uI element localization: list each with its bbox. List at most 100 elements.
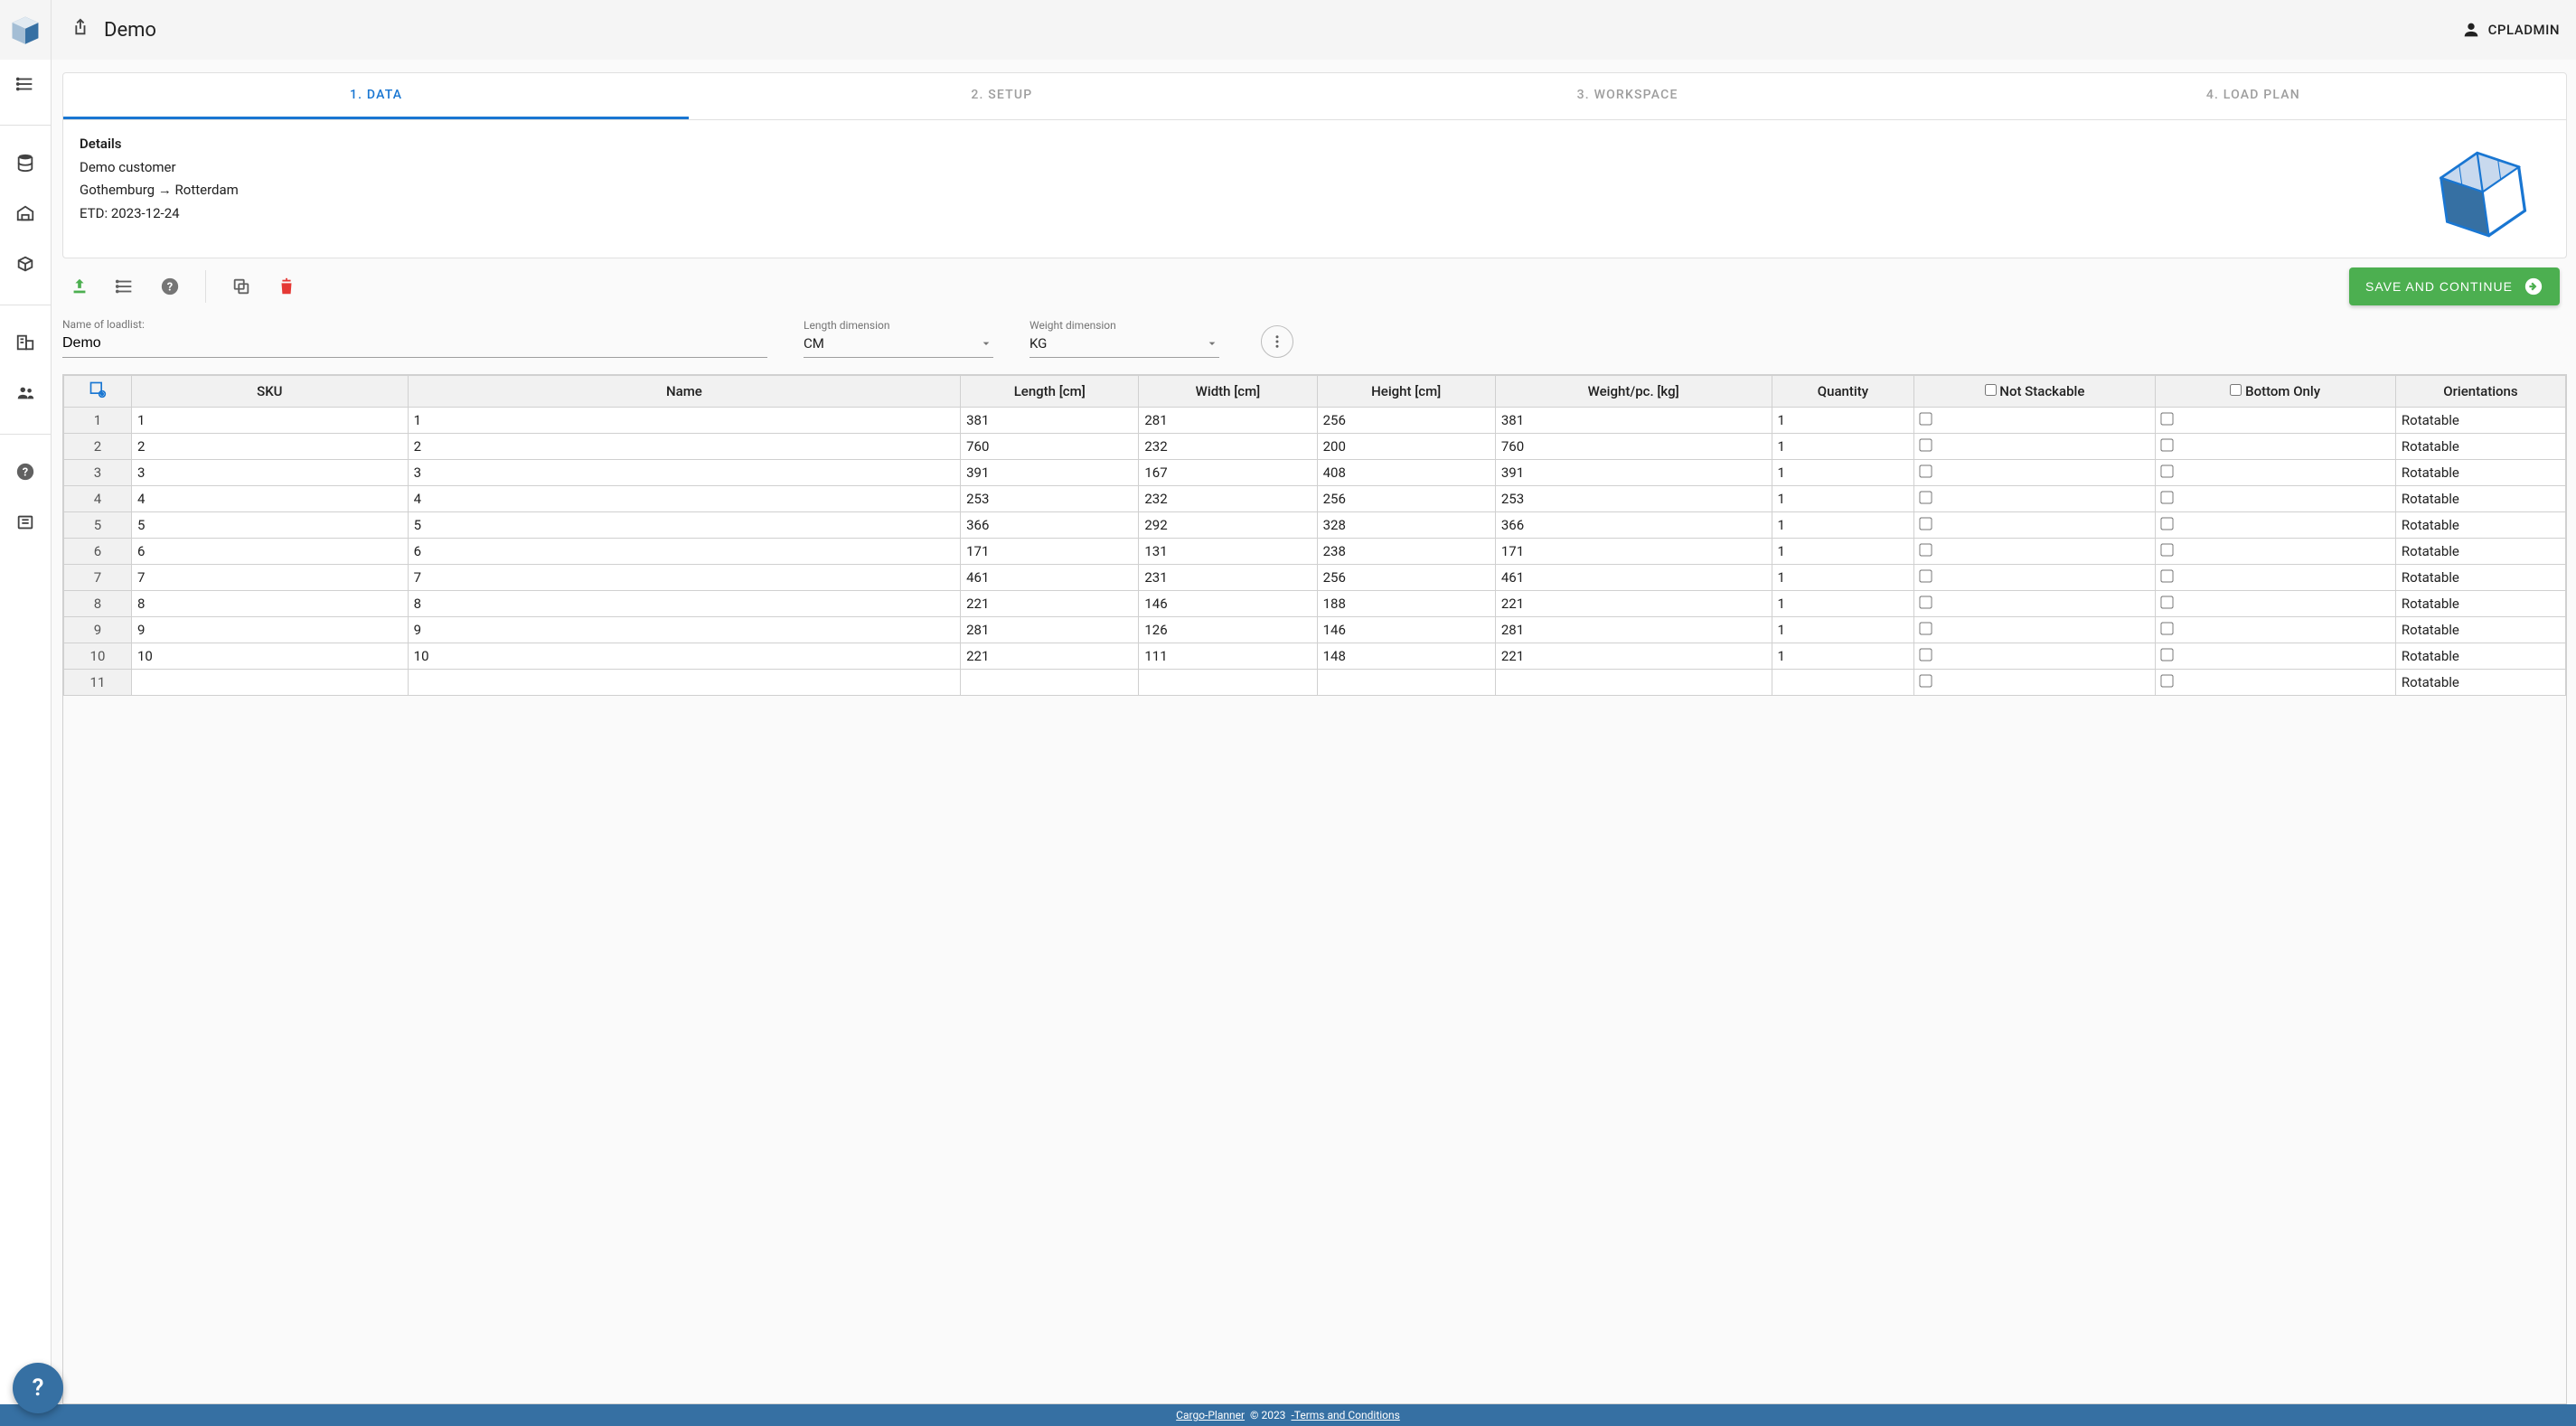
sidebar-news-icon[interactable] [15, 512, 35, 536]
cell-qty[interactable]: 1 [1772, 565, 1914, 591]
cell-sku[interactable]: 8 [131, 591, 408, 617]
col-bottomonly[interactable]: Bottom Only [2155, 376, 2395, 408]
cell-weight[interactable]: 381 [1495, 408, 1772, 434]
cell-name[interactable]: 3 [408, 460, 960, 486]
cell-qty[interactable]: 1 [1772, 486, 1914, 512]
cell-width[interactable]: 292 [1139, 512, 1317, 539]
cell-sku[interactable]: 5 [131, 512, 408, 539]
list-options-button[interactable] [115, 277, 135, 296]
col-height[interactable]: Height [cm] [1317, 376, 1495, 408]
bottomonly-checkbox[interactable] [2160, 596, 2173, 608]
bottomonly-checkbox[interactable] [2160, 674, 2173, 687]
delete-button[interactable] [277, 277, 296, 296]
cell-height[interactable]: 256 [1317, 565, 1495, 591]
cell-name[interactable]: 10 [408, 643, 960, 670]
copy-button[interactable] [231, 277, 251, 296]
app-logo[interactable] [0, 0, 52, 60]
notstackable-checkbox[interactable] [1920, 596, 1932, 608]
cell-bottomonly[interactable] [2155, 539, 2395, 565]
cell-orientations[interactable]: Rotatable [2395, 539, 2565, 565]
cell-height[interactable]: 188 [1317, 591, 1495, 617]
table-row[interactable]: 7774612312564611Rotatable [64, 565, 2566, 591]
cell-qty[interactable]: 1 [1772, 591, 1914, 617]
bottomonly-checkbox[interactable] [2160, 543, 2173, 556]
header-notstackable-checkbox[interactable] [1985, 384, 1997, 396]
cell-orientations[interactable]: Rotatable [2395, 408, 2565, 434]
cell-sku[interactable]: 7 [131, 565, 408, 591]
cell-weight[interactable]: 461 [1495, 565, 1772, 591]
notstackable-checkbox[interactable] [1920, 648, 1932, 661]
cell-width[interactable] [1139, 670, 1317, 696]
cell-height[interactable]: 256 [1317, 486, 1495, 512]
cell-qty[interactable]: 1 [1772, 434, 1914, 460]
cell-width[interactable]: 131 [1139, 539, 1317, 565]
tab-data[interactable]: 1. DATA [63, 73, 689, 119]
cell-length[interactable]: 253 [961, 486, 1139, 512]
cell-weight[interactable]: 221 [1495, 591, 1772, 617]
cell-bottomonly[interactable] [2155, 460, 2395, 486]
table-row[interactable]: 8882211461882211Rotatable [64, 591, 2566, 617]
sidebar-help-icon[interactable]: ? [15, 462, 35, 485]
tab-loadplan[interactable]: 4. LOAD PLAN [1941, 73, 2566, 119]
cell-bottomonly[interactable] [2155, 486, 2395, 512]
cell-length[interactable]: 461 [961, 565, 1139, 591]
cell-qty[interactable]: 1 [1772, 408, 1914, 434]
cell-bottomonly[interactable] [2155, 434, 2395, 460]
cell-orientations[interactable]: Rotatable [2395, 460, 2565, 486]
table-row[interactable]: 5553662923283661Rotatable [64, 512, 2566, 539]
cell-notstackable[interactable] [1914, 486, 2155, 512]
table-row[interactable]: 9992811261462811Rotatable [64, 617, 2566, 643]
cell-name[interactable]: 9 [408, 617, 960, 643]
cell-bottomonly[interactable] [2155, 565, 2395, 591]
cell-length[interactable]: 366 [961, 512, 1139, 539]
cell-orientations[interactable]: Rotatable [2395, 643, 2565, 670]
cell-notstackable[interactable] [1914, 565, 2155, 591]
table-row[interactable]: 4442532322562531Rotatable [64, 486, 2566, 512]
cell-orientations[interactable]: Rotatable [2395, 434, 2565, 460]
notstackable-checkbox[interactable] [1920, 674, 1932, 687]
notstackable-checkbox[interactable] [1920, 543, 1932, 556]
col-name[interactable]: Name [408, 376, 960, 408]
cell-weight[interactable]: 253 [1495, 486, 1772, 512]
col-sku[interactable]: SKU [131, 376, 408, 408]
cell-name[interactable]: 6 [408, 539, 960, 565]
sidebar-package-icon[interactable] [15, 254, 35, 277]
cell-width[interactable]: 232 [1139, 434, 1317, 460]
cell-width[interactable]: 281 [1139, 408, 1317, 434]
cell-sku[interactable]: 4 [131, 486, 408, 512]
cell-length[interactable]: 281 [961, 617, 1139, 643]
table-row[interactable]: 3333911674083911Rotatable [64, 460, 2566, 486]
cell-bottomonly[interactable] [2155, 512, 2395, 539]
cell-length[interactable]: 221 [961, 643, 1139, 670]
footer-brand[interactable]: Cargo-Planner [1176, 1409, 1245, 1421]
cell-height[interactable]: 200 [1317, 434, 1495, 460]
cell-height[interactable]: 148 [1317, 643, 1495, 670]
notstackable-checkbox[interactable] [1920, 438, 1932, 451]
sidebar-list-icon[interactable] [15, 74, 35, 98]
cell-notstackable[interactable] [1914, 670, 2155, 696]
cell-name[interactable]: 8 [408, 591, 960, 617]
cell-bottomonly[interactable] [2155, 617, 2395, 643]
cell-sku[interactable]: 1 [131, 408, 408, 434]
tab-workspace[interactable]: 3. WORKSPACE [1315, 73, 1941, 119]
table-row[interactable]: 1010102211111482211Rotatable [64, 643, 2566, 670]
col-length[interactable]: Length [cm] [961, 376, 1139, 408]
cell-width[interactable]: 111 [1139, 643, 1317, 670]
sidebar-warehouse-icon[interactable] [15, 203, 35, 227]
cell-notstackable[interactable] [1914, 643, 2155, 670]
cell-qty[interactable]: 1 [1772, 512, 1914, 539]
cell-notstackable[interactable] [1914, 434, 2155, 460]
cell-bottomonly[interactable] [2155, 670, 2395, 696]
cell-name[interactable]: 5 [408, 512, 960, 539]
cell-length[interactable]: 381 [961, 408, 1139, 434]
cell-qty[interactable]: 1 [1772, 643, 1914, 670]
cell-weight[interactable]: 391 [1495, 460, 1772, 486]
cell-sku[interactable]: 6 [131, 539, 408, 565]
bottomonly-checkbox[interactable] [2160, 569, 2173, 582]
help-fab[interactable]: ? [13, 1363, 63, 1413]
cell-orientations[interactable]: Rotatable [2395, 486, 2565, 512]
cell-notstackable[interactable] [1914, 617, 2155, 643]
cell-weight[interactable]: 221 [1495, 643, 1772, 670]
table-row[interactable]: 11Rotatable [64, 670, 2566, 696]
cell-name[interactable]: 4 [408, 486, 960, 512]
